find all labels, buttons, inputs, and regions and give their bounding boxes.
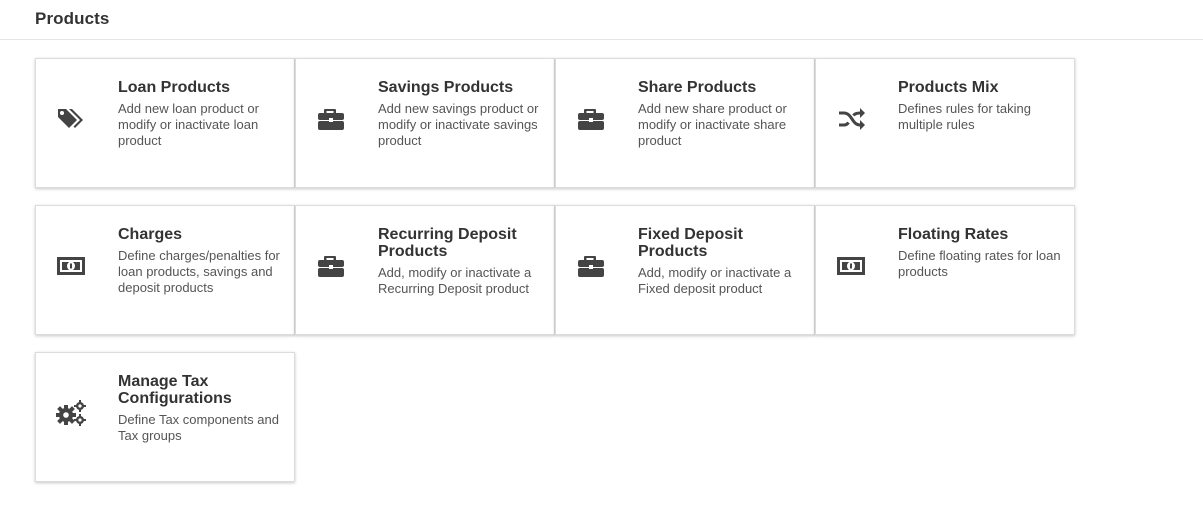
cogs-icon	[55, 397, 87, 429]
card-description: Defines rules for taking multiple rules	[898, 101, 1031, 132]
card-loan-products[interactable]: Loan Products Add new loan product or mo…	[35, 58, 295, 188]
card-manage-tax-configurations[interactable]: Manage Tax Configurations Define Tax com…	[35, 352, 295, 482]
card-fixed-deposit-products[interactable]: Fixed Deposit Products Add, modify or in…	[555, 205, 815, 335]
card-charges[interactable]: Charges Define charges/penalties for loa…	[35, 205, 295, 335]
page-header: Products	[0, 0, 1203, 40]
card-title: Floating Rates	[898, 226, 1009, 243]
briefcase-icon	[575, 103, 607, 135]
card-title: Manage Tax Configurations	[118, 373, 232, 407]
briefcase-icon	[315, 250, 347, 282]
card-products-mix[interactable]: Products Mix Defines rules for taking mu…	[815, 58, 1075, 188]
card-share-products[interactable]: Share Products Add new share product or …	[555, 58, 815, 188]
card-title: Loan Products	[118, 79, 231, 96]
card-description: Add, modify or inactivate a Fixed deposi…	[638, 265, 792, 296]
card-title: Recurring Deposit Products	[378, 226, 517, 260]
card-description: Define Tax components and Tax groups	[118, 412, 279, 443]
card-title: Fixed Deposit Products	[638, 226, 743, 260]
card-description: Add new loan product or modify or inacti…	[118, 101, 259, 148]
money-icon	[55, 250, 87, 282]
card-description: Add, modify or inactivate a Recurring De…	[378, 265, 532, 296]
card-description: Add new savings product or modify or ina…	[378, 101, 539, 148]
briefcase-icon	[575, 250, 607, 282]
card-title: Savings Products	[378, 79, 514, 96]
card-description: Define floating rates for loan products	[898, 248, 1061, 279]
briefcase-icon	[315, 103, 347, 135]
card-savings-products[interactable]: Savings Products Add new savings product…	[295, 58, 555, 188]
money-icon	[835, 250, 867, 282]
card-description: Add new share product or modify or inact…	[638, 101, 787, 148]
card-floating-rates[interactable]: Floating Rates Define floating rates for…	[815, 205, 1075, 335]
card-title: Products Mix	[898, 79, 999, 96]
card-recurring-deposit-products[interactable]: Recurring Deposit Products Add, modify o…	[295, 205, 555, 335]
card-title: Share Products	[638, 79, 757, 96]
tags-icon	[55, 103, 87, 135]
page-title: Products	[35, 9, 110, 28]
card-title: Charges	[118, 226, 183, 243]
card-description: Define charges/penalties for loan produc…	[118, 248, 280, 295]
random-icon	[835, 103, 867, 135]
